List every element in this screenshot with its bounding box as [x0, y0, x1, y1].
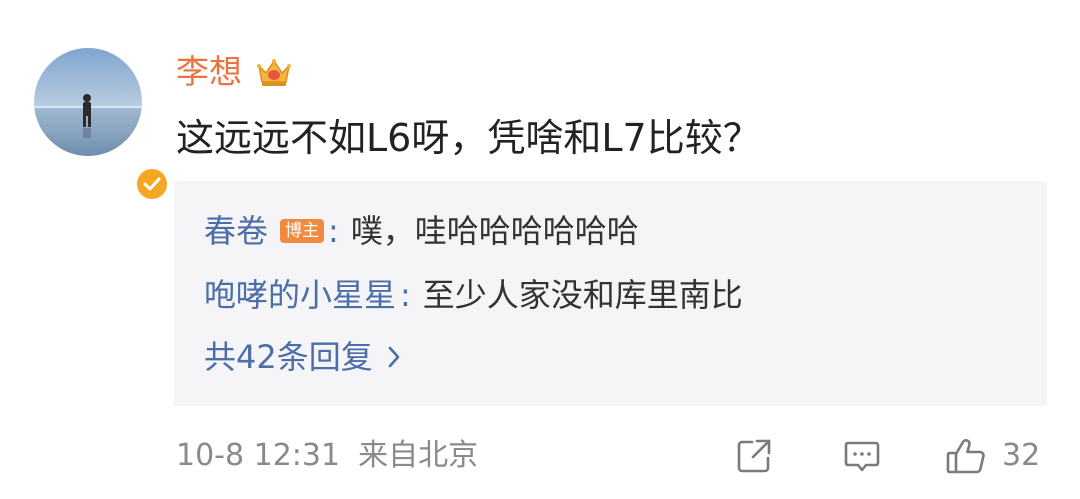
reply-text: 噗，哇哈哈哈哈哈哈 [350, 212, 639, 250]
like-button[interactable]: 32 [944, 434, 1040, 478]
reply-colon: : [400, 276, 411, 314]
comment-icon [844, 441, 880, 472]
avatar[interactable] [34, 48, 170, 202]
share-button[interactable] [734, 434, 774, 478]
more-replies-label: 共42条回复 [204, 338, 373, 376]
location: 来自北京 [358, 438, 479, 473]
chevron-right-icon [388, 346, 400, 368]
view-all-replies-link[interactable]: 共42条回复 [204, 335, 401, 379]
comment-meta: 10-8 12:31 来自北京 [176, 434, 478, 478]
username-row: 李想 [176, 50, 292, 94]
comment-text: 这远远不如L6呀，凭啥和L7比较？ [176, 116, 761, 160]
reply-author-name[interactable]: 咆哮的小星星 [204, 273, 396, 317]
verified-badge-icon [134, 166, 170, 202]
reply-author-name[interactable]: 春卷 [204, 209, 268, 253]
thumbs-up-icon [946, 439, 985, 474]
reply-item[interactable]: 咆哮的小星星 : 至少人家没和库里南比 [204, 273, 743, 317]
comment-button[interactable] [842, 434, 882, 478]
username[interactable]: 李想 [176, 50, 242, 94]
timestamp: 10-8 12:31 [176, 438, 341, 473]
author-tag-badge: 博主 [280, 219, 325, 243]
reply-colon: : [328, 212, 339, 250]
reply-item[interactable]: 春卷 博主 : 噗，哇哈哈哈哈哈哈 [204, 209, 639, 253]
replies-box[interactable]: 春卷 博主 : 噗，哇哈哈哈哈哈哈 咆哮的小星星 : 至少人家没和库里南比 共4… [174, 181, 1047, 406]
avatar-photo [34, 48, 142, 156]
like-count: 32 [1002, 438, 1041, 473]
share-icon [737, 439, 771, 473]
comment-card: 李想 这远远不如L6呀，凭啥和L7比较？ 春卷 博主 : 噗，哇哈哈哈哈哈哈 咆… [0, 0, 1080, 499]
reply-text: 至少人家没和库里南比 [422, 276, 743, 314]
crown-icon [257, 59, 291, 86]
